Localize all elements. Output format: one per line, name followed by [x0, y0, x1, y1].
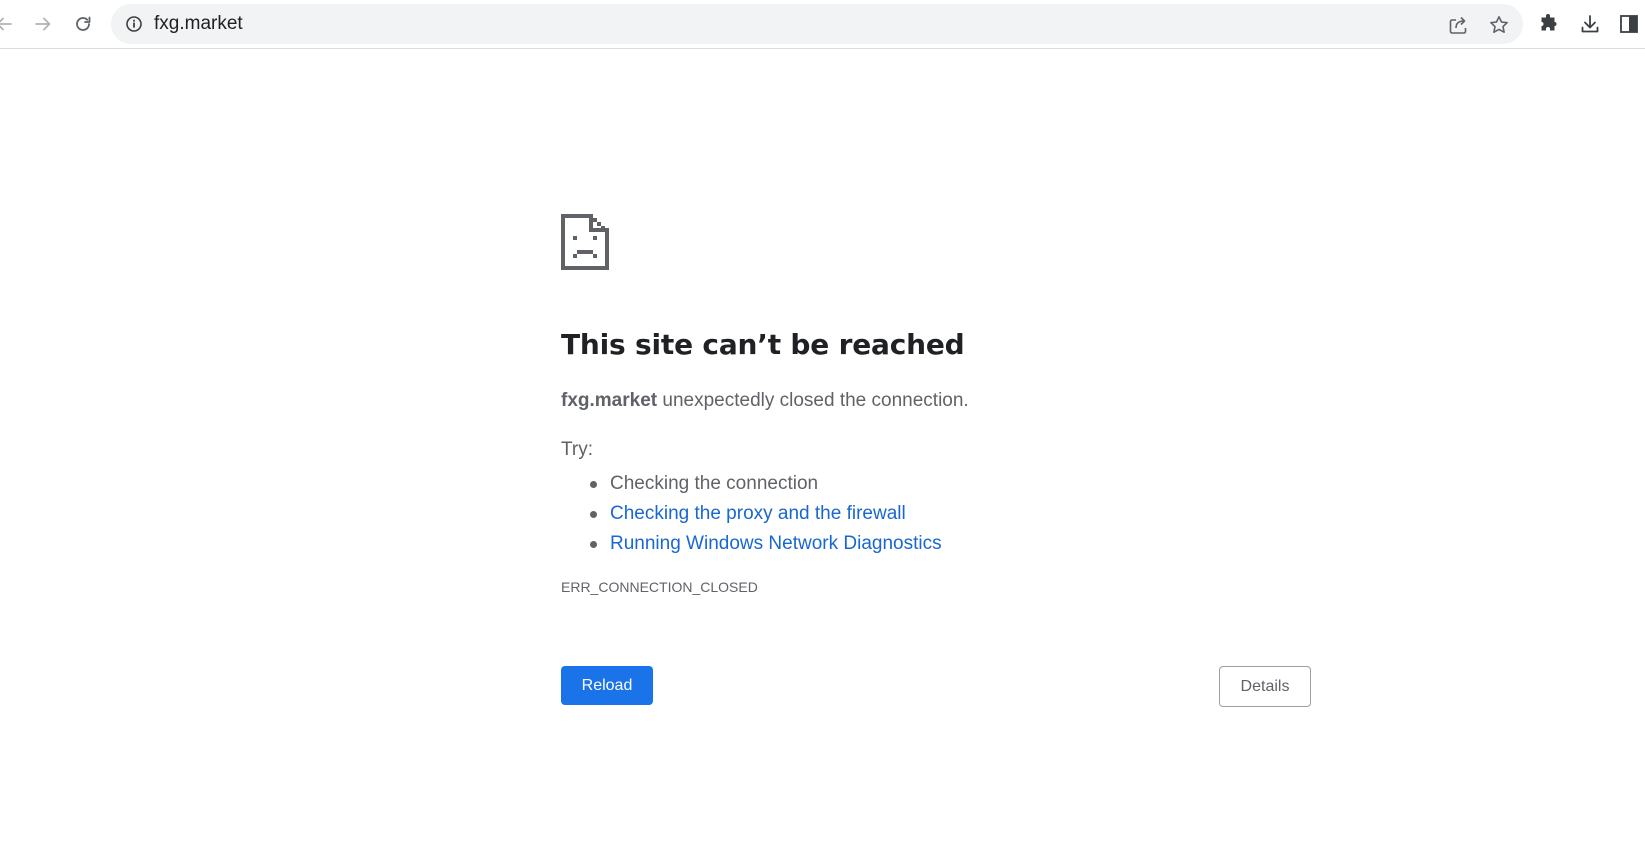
extensions-button[interactable] — [1533, 8, 1565, 40]
forward-button[interactable] — [27, 8, 59, 40]
bullet — [590, 511, 597, 518]
suggestion-text: Checking the connection — [610, 473, 819, 494]
share-icon — [1449, 16, 1467, 34]
info-icon — [126, 16, 142, 32]
back-arrow-icon — [0, 17, 12, 31]
sad-page-icon — [561, 214, 609, 270]
error-host: fxg.market — [561, 390, 658, 411]
reload-page-button[interactable] — [67, 8, 99, 40]
suggestion-item-connection: Checking the connection — [561, 469, 942, 499]
bullet — [590, 541, 597, 548]
downloads-button[interactable] — [1574, 8, 1606, 40]
error-code: ERR_CONNECTION_CLOSED — [561, 579, 758, 595]
browser-toolbar: fxg.market — [0, 0, 1645, 49]
url-text[interactable]: fxg.market — [154, 14, 243, 34]
try-label: Try: — [561, 439, 594, 460]
forward-arrow-icon — [35, 17, 51, 31]
error-description: fxg.market unexpectedly closed the conne… — [561, 390, 969, 412]
error-description-text: unexpectedly closed the connection. — [657, 390, 969, 411]
puzzle-icon — [1541, 14, 1557, 31]
error-heading: This site can’t be reached — [561, 328, 965, 361]
site-info-button[interactable] — [125, 15, 143, 33]
side-panel-icon — [1620, 15, 1638, 33]
bookmark-button[interactable] — [1486, 12, 1512, 38]
suggestion-item-proxy: Checking the proxy and the firewall — [561, 499, 942, 529]
bullet — [590, 481, 597, 488]
proxy-firewall-link[interactable]: Checking the proxy and the firewall — [610, 503, 906, 524]
side-panel-button[interactable] — [1613, 8, 1645, 40]
reload-button[interactable]: Reload — [561, 666, 653, 705]
star-icon — [1490, 16, 1508, 33]
address-bar[interactable]: fxg.market — [111, 4, 1523, 44]
download-icon — [1581, 15, 1599, 33]
reload-icon — [76, 16, 91, 31]
suggestions-list: Checking the connection Checking the pro… — [561, 469, 942, 559]
network-diagnostics-link[interactable]: Running Windows Network Diagnostics — [610, 533, 942, 554]
back-button[interactable] — [0, 8, 20, 40]
details-button[interactable]: Details — [1219, 666, 1311, 707]
suggestion-item-diagnostics: Running Windows Network Diagnostics — [561, 529, 942, 559]
share-button[interactable] — [1445, 12, 1471, 38]
